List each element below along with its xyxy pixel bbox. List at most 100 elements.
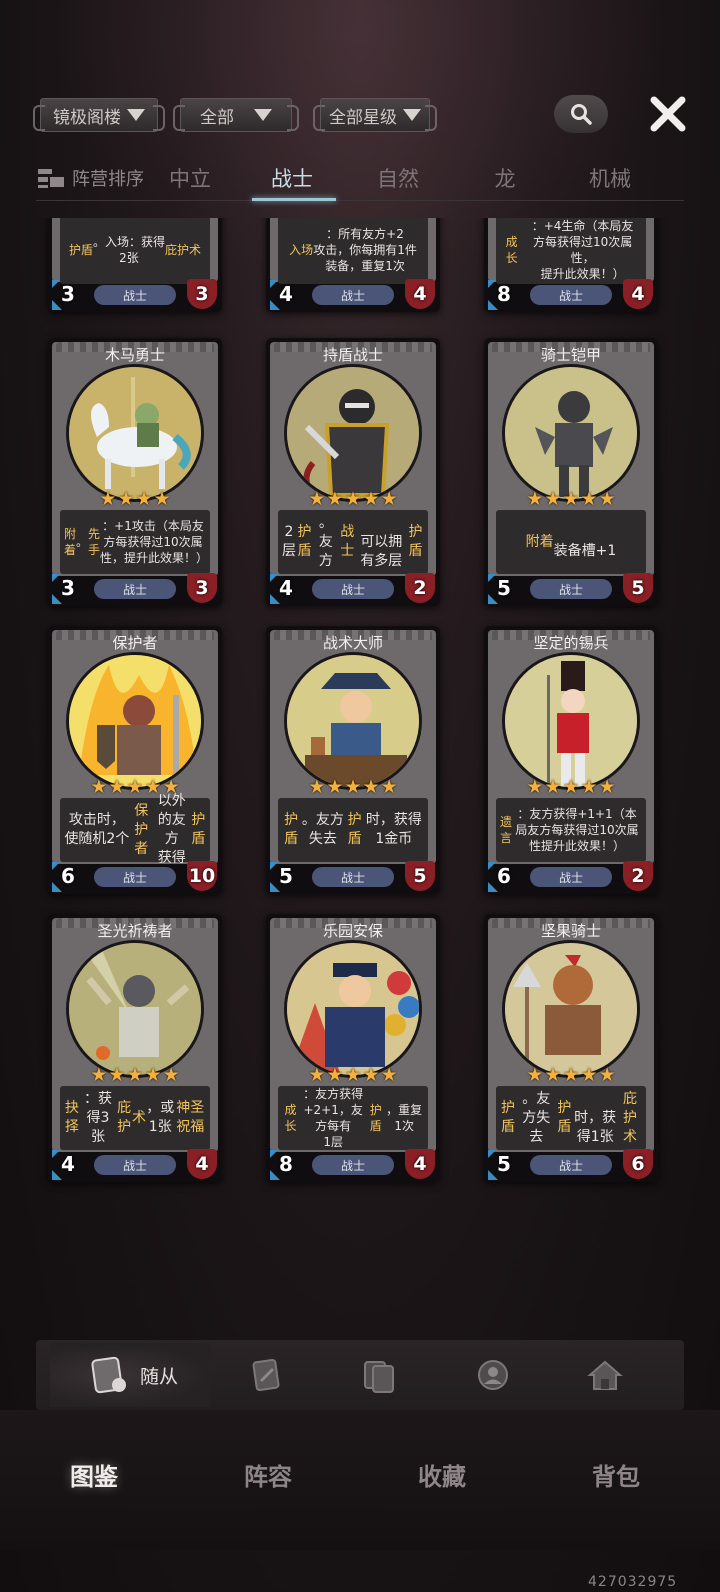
star-icon: ★	[526, 776, 544, 798]
star-icon: ★	[135, 488, 153, 510]
nav-backpack-label: 背包	[592, 1463, 640, 1491]
star-icon: ★	[380, 1064, 398, 1086]
health-value: 3	[187, 279, 217, 309]
star-icon: ★	[326, 776, 344, 798]
health-value: 5	[405, 861, 435, 891]
spell-tab[interactable]	[244, 1352, 290, 1398]
house-icon	[587, 1360, 623, 1390]
location-filter[interactable]: 镜极阁楼	[33, 98, 165, 132]
card-name: 战术大师	[322, 634, 383, 652]
tab-neutral-label: 中立	[169, 167, 211, 191]
minion-card[interactable]: 木马勇士 ★ ★ ★ ★ 附着。先手 ：+1攻击（本局友方每获得过10次属性，提升此效果！）…	[48, 338, 222, 606]
star-level-filter-label: 全部星级	[329, 107, 397, 128]
health-value: 4	[405, 1149, 435, 1179]
health-value: 2	[405, 573, 435, 603]
star-icon: ★	[308, 776, 326, 798]
card-description: 入场 ：所有友方+2 攻击，你每拥有1件 装备，重复1次	[278, 218, 428, 284]
tab-warrior[interactable]: 战士	[252, 163, 332, 193]
card-description: 遗言 ：友方获得+1+1（本局友方每获得过10次属性提升此效果！）	[496, 798, 646, 862]
star-icon: ★	[526, 1064, 544, 1086]
card-portrait	[66, 364, 204, 502]
minion-card[interactable]: 持盾战士 ★ ★ ★ ★ ★ 2层 护盾 。友方 战士 可以拥有多层 护盾 4 战士 2	[266, 338, 440, 606]
star-level-filter[interactable]: 全部星级	[313, 98, 437, 132]
search-button[interactable]	[554, 95, 608, 133]
category-filter[interactable]: 全部	[173, 98, 299, 132]
mana-cost: 4	[270, 574, 300, 604]
card-name: 坚定的锡兵	[533, 634, 609, 652]
minion-card[interactable]: 成长 ：+4生命（本局友 方每获得过10次属性， 提升此效果！） 8 战士 4	[484, 218, 658, 312]
star-icon: ★	[326, 488, 344, 510]
dropdown-triangle-icon	[254, 109, 272, 121]
card-description: 成长 ：+4生命（本局友 方每获得过10次属性， 提升此效果！）	[496, 218, 646, 284]
star-icon: ★	[90, 1064, 108, 1086]
tab-mech[interactable]: 机械	[570, 163, 650, 193]
faction-sort-button[interactable]: 阵营排序	[36, 165, 144, 191]
card-grid[interactable]: 护盾 。入场：获得 2张 庇护术 3 战士 3 入场 ：所有友方+2 攻击，你每拥有1件 装备，重复…	[0, 218, 720, 1220]
star-rating: ★ ★ ★ ★ ★	[484, 1064, 658, 1086]
star-icon: ★	[144, 1064, 162, 1086]
star-icon: ★	[326, 1064, 344, 1086]
minion-card-icon	[91, 1356, 126, 1394]
nav-lineup[interactable]: 阵容	[218, 1457, 318, 1492]
house-tab[interactable]	[582, 1352, 628, 1398]
minion-tab-label: 随从	[140, 1366, 179, 1388]
nav-lineup-label: 阵容	[244, 1463, 292, 1491]
card-portrait	[502, 364, 640, 502]
tribe-label: 战士	[530, 285, 612, 305]
minion-card[interactable]: 入场 ：所有友方+2 攻击，你每拥有1件 装备，重复1次 4 战士 4	[266, 218, 440, 312]
card-portrait	[284, 940, 422, 1078]
star-icon: ★	[362, 488, 380, 510]
card-description: 攻击时，使随机2个 保护者 以外的友方 获得 护盾	[60, 793, 210, 866]
star-icon: ★	[380, 488, 398, 510]
star-rating: ★ ★ ★ ★ ★	[266, 776, 440, 798]
star-icon: ★	[580, 1064, 598, 1086]
minion-card[interactable]: 坚果骑士 ★ ★ ★ ★ ★ 护盾 。友方失去 护盾 时，获得1张 庇护术 5 战士 6	[484, 914, 658, 1182]
tab-nature[interactable]: 自然	[358, 163, 438, 193]
star-icon: ★	[308, 1064, 326, 1086]
nav-collection-guide-label: 图鉴	[70, 1463, 118, 1491]
card-description: 附着 装备槽+1	[496, 510, 646, 574]
star-icon: ★	[544, 488, 562, 510]
minion-card[interactable]: 战术大师 ★ ★ ★ ★ ★ 护盾 。友方失去 护盾 时，获得1金币 5 战士 5	[266, 626, 440, 894]
nav-favorites[interactable]: 收藏	[392, 1457, 492, 1492]
minion-tab[interactable]	[86, 1352, 132, 1398]
nav-favorites-label: 收藏	[418, 1463, 466, 1491]
minion-card[interactable]: 圣光祈祷者 ★ ★ ★ ★ ★ 抉择 ：获得3张 庇护术，或1张 神圣祝福 4 战士 4	[48, 914, 222, 1182]
health-value: 3	[187, 573, 217, 603]
tribe-label: 战士	[312, 867, 394, 887]
tab-divider	[36, 200, 684, 201]
tab-nature-label: 自然	[377, 167, 419, 191]
health-value: 4	[405, 279, 435, 309]
star-icon: ★	[162, 776, 180, 798]
tribe-label: 战士	[530, 579, 612, 599]
mana-cost: 8	[270, 1150, 300, 1180]
nav-backpack[interactable]: 背包	[566, 1457, 666, 1492]
tribe-label: 战士	[530, 867, 612, 887]
close-icon	[650, 96, 686, 132]
star-icon: ★	[99, 488, 117, 510]
tribe-label: 战士	[94, 579, 176, 599]
minion-card[interactable]: 骑士铠甲 ★ ★ ★ ★ ★ 附着 装备槽+1 5 战士 5	[484, 338, 658, 606]
star-icon: ★	[526, 488, 544, 510]
minion-card[interactable]: 坚定的锡兵 ★ ★ ★ ★ ★ 遗言 ：友方获得+1+1（本局友方每获得过10次属性提升此效果…	[484, 626, 658, 894]
minion-card[interactable]: 乐园安保 ★ ★ ★ ★ ★ 成长 ：友方获得 +2+1，友方每有 1层 护盾 ，重复1次 8 战士 4	[266, 914, 440, 1182]
nav-collection-guide[interactable]: 图鉴	[44, 1457, 144, 1492]
tab-dragon[interactable]: 龙	[465, 163, 545, 193]
close-button[interactable]	[646, 92, 690, 136]
star-icon: ★	[562, 776, 580, 798]
mana-cost: 6	[52, 862, 82, 892]
hero-tab[interactable]	[470, 1352, 516, 1398]
star-icon: ★	[108, 776, 126, 798]
card-description: 附着。先手 ：+1攻击（本局友方每获得过10次属性，提升此效果！）	[60, 510, 210, 574]
star-icon: ★	[126, 1064, 144, 1086]
minion-card[interactable]: 护盾 。入场：获得 2张 庇护术 3 战士 3	[48, 218, 222, 312]
star-rating: ★ ★ ★ ★ ★	[266, 1064, 440, 1086]
mana-cost: 5	[488, 1150, 518, 1180]
tribe-label: 战士	[94, 1155, 176, 1175]
tab-neutral[interactable]: 中立	[150, 163, 230, 193]
card-description: 护盾 。友方失去 护盾 时，获得1金币	[278, 798, 428, 862]
search-icon	[571, 104, 592, 125]
minion-card[interactable]: 保护者 ★ ★ ★ ★ ★ 攻击时，使随机2个 保护者 以外的友方 获得 护盾 6 战士 10	[48, 626, 222, 894]
equipment-tab[interactable]	[356, 1352, 402, 1398]
card-description: 2层 护盾 。友方 战士 可以拥有多层 护盾	[278, 510, 428, 574]
